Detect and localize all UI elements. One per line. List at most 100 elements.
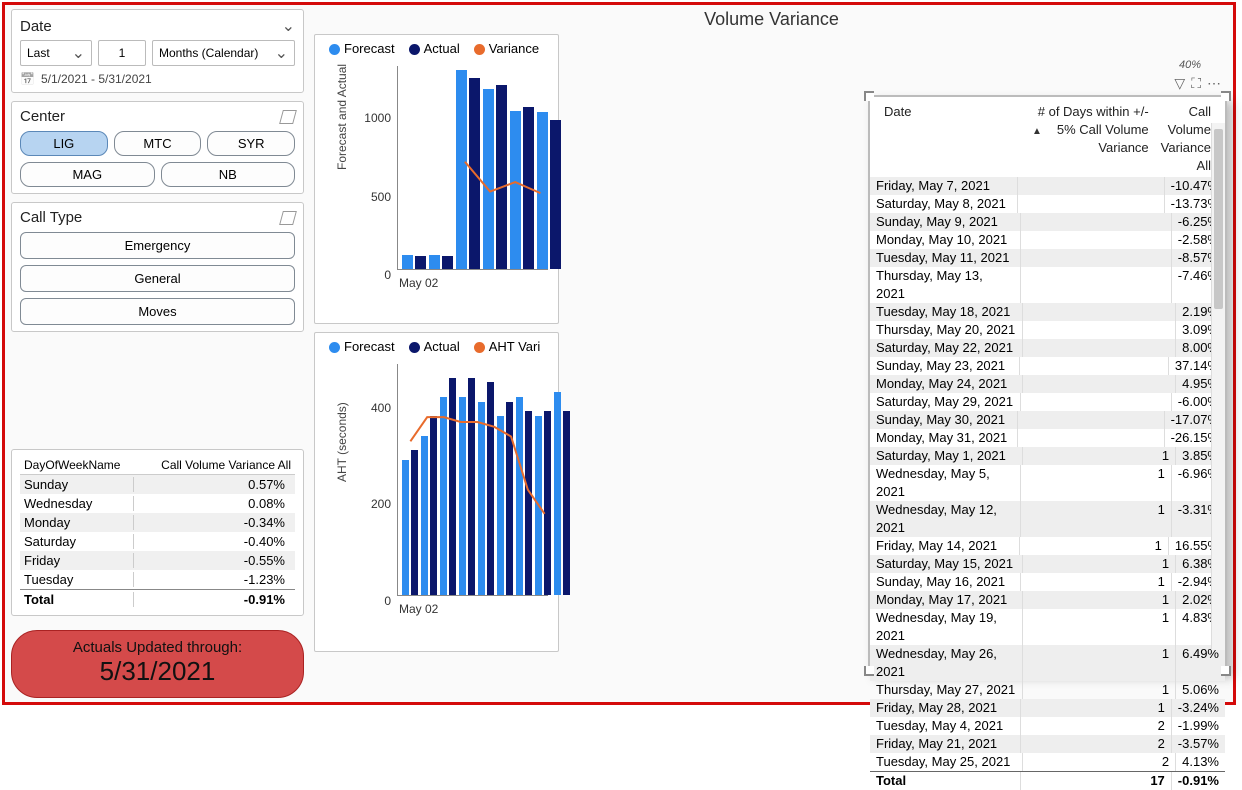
updated-date: 5/31/2021	[22, 656, 293, 687]
calltype-option-emergency[interactable]: Emergency	[20, 232, 295, 259]
period-select[interactable]: Months (Calendar)	[152, 40, 295, 66]
table-row[interactable]: Tuesday, May 4, 20212-1.99%	[870, 717, 1225, 735]
chart-plot: AHT (seconds)0200400May 02	[323, 360, 548, 618]
aht-variance-chart[interactable]: ForecastActualAHT Vari AHT (seconds)0200…	[314, 332, 559, 652]
center-option-syr[interactable]: SYR	[207, 131, 295, 156]
center-option-nb[interactable]: NB	[161, 162, 296, 187]
eraser-icon[interactable]	[279, 211, 297, 225]
resize-handle[interactable]	[864, 666, 874, 676]
dow-row[interactable]: Wednesday0.08%	[20, 494, 295, 513]
table-row[interactable]: Monday, May 17, 202112.02%	[870, 591, 1225, 609]
center-option-mtc[interactable]: MTC	[114, 131, 202, 156]
legend-item: Actual	[409, 41, 460, 56]
y-tick-label: 200	[351, 497, 391, 511]
legend-swatch	[409, 342, 420, 353]
dow-row[interactable]: Saturday-0.40%	[20, 532, 295, 551]
resize-handle[interactable]	[864, 91, 874, 101]
x-axis-label: May 02	[399, 276, 438, 290]
bar-group[interactable]	[554, 392, 570, 595]
table-row[interactable]: Wednesday, May 5, 20211-6.96%	[870, 465, 1225, 501]
table-row[interactable]: Friday, May 7, 2021-10.47%	[870, 177, 1225, 195]
table-row[interactable]: Friday, May 14, 2021116.55%	[870, 537, 1225, 555]
legend-item: Forecast	[329, 41, 395, 56]
filter-panel: Date Last 1 Months (Calendar) 5/1/2021 -	[5, 5, 310, 702]
relative-select[interactable]: Last	[20, 40, 92, 66]
date-slicer-title: Date	[20, 18, 52, 35]
table-row[interactable]: Saturday, May 29, 2021-6.00%	[870, 393, 1225, 411]
resize-handle[interactable]	[1221, 666, 1231, 676]
updated-label: Actuals Updated through:	[22, 639, 293, 656]
center-option-mag[interactable]: MAG	[20, 162, 155, 187]
col-header-var[interactable]: Call Volume Variance All	[1155, 103, 1217, 175]
more-options-icon[interactable]: ⋯	[1207, 75, 1221, 92]
calendar-icon	[20, 72, 35, 86]
table-row[interactable]: Sunday, May 9, 2021-6.25%	[870, 213, 1225, 231]
center-slicer: Center LIGMTCSYR MAGNB	[11, 101, 304, 194]
table-row[interactable]: Thursday, May 13, 2021-7.46%	[870, 267, 1225, 303]
calltype-option-general[interactable]: General	[20, 265, 295, 292]
dow-row[interactable]: Tuesday-1.23%	[20, 570, 295, 589]
table-row[interactable]: Wednesday, May 19, 202114.83%	[870, 609, 1225, 645]
eraser-icon[interactable]	[279, 110, 297, 124]
variance-data-table[interactable]: ▽ ⛶ ⋯ Date ▲ # of Days within +/- 5% Cal…	[868, 95, 1227, 672]
variance-line	[398, 364, 548, 595]
volume-variance-chart[interactable]: Forecast Actual Variance Forecast and Actu…	[314, 34, 559, 324]
center-slicer-title: Center	[20, 108, 65, 125]
y-axis-label: Forecast and Actual	[335, 64, 349, 170]
report-canvas: Volume Variance ForecastActualVariance F…	[310, 5, 1233, 702]
legend-item: Actual	[409, 339, 460, 354]
dow-row[interactable]: Monday-0.34%	[20, 513, 295, 532]
legend-swatch	[329, 342, 340, 353]
table-row[interactable]: Thursday, May 27, 202115.06%	[870, 681, 1225, 699]
table-row[interactable]: Friday, May 28, 20211-3.24%	[870, 699, 1225, 717]
table-row[interactable]: Monday, May 31, 2021-26.15%	[870, 429, 1225, 447]
table-row[interactable]: Saturday, May 1, 202113.85%	[870, 447, 1225, 465]
relative-value-input[interactable]: 1	[98, 40, 146, 66]
legend-item: Variance	[474, 41, 539, 56]
actuals-updated-card: Actuals Updated through: 5/31/2021	[11, 630, 304, 698]
calltype-option-moves[interactable]: Moves	[20, 298, 295, 325]
scrollbar-thumb[interactable]	[1214, 129, 1223, 309]
table-row[interactable]: Monday, May 24, 20214.95%	[870, 375, 1225, 393]
y-axis-label: AHT (seconds)	[335, 402, 349, 482]
legend-swatch	[409, 44, 420, 55]
table-row[interactable]: Friday, May 21, 20212-3.57%	[870, 735, 1225, 753]
sort-asc-icon: ▲	[1032, 123, 1042, 141]
y-tick-label: 500	[351, 190, 391, 204]
dow-total-label: Total	[24, 592, 134, 607]
dow-row[interactable]: Friday-0.55%	[20, 551, 295, 570]
table-row[interactable]: Tuesday, May 11, 2021-8.57%	[870, 249, 1225, 267]
calltype-slicer: Call Type EmergencyGeneralMoves	[11, 202, 304, 332]
table-row[interactable]: Sunday, May 30, 2021-17.07%	[870, 411, 1225, 429]
table-row[interactable]: Wednesday, May 26, 202116.49%	[870, 645, 1225, 681]
table-row[interactable]: Saturday, May 15, 202116.38%	[870, 555, 1225, 573]
col-header-date[interactable]: Date ▲	[878, 103, 1016, 175]
table-row[interactable]: Thursday, May 20, 20213.09%	[870, 321, 1225, 339]
dow-total-value: -0.91%	[134, 592, 291, 607]
dow-col-header-name[interactable]: DayOfWeekName	[24, 458, 120, 472]
scrollbar[interactable]	[1211, 123, 1225, 650]
center-option-lig[interactable]: LIG	[20, 131, 108, 156]
y-tick-label: 1000	[351, 111, 391, 125]
table-row[interactable]: Tuesday, May 25, 202124.13%	[870, 753, 1225, 771]
table-row[interactable]: Saturday, May 8, 2021-13.73%	[870, 195, 1225, 213]
dow-variance-table: DayOfWeekName Call Volume Variance All S…	[11, 449, 304, 616]
legend-item: AHT Vari	[474, 339, 541, 354]
bar-forecast	[554, 392, 561, 595]
table-row[interactable]: Wednesday, May 12, 20211-3.31%	[870, 501, 1225, 537]
dow-col-header-var[interactable]: Call Volume Variance All	[161, 458, 291, 472]
bar-actual	[550, 120, 561, 269]
big-total-var: -0.91%	[1171, 772, 1225, 790]
dow-row[interactable]: Sunday0.57%	[20, 475, 295, 494]
table-row[interactable]: Tuesday, May 18, 20212.19%	[870, 303, 1225, 321]
resize-handle[interactable]	[1221, 91, 1231, 101]
chevron-down-icon[interactable]	[282, 16, 295, 36]
table-row[interactable]: Monday, May 10, 2021-2.58%	[870, 231, 1225, 249]
filter-icon[interactable]: ▽	[1174, 75, 1185, 92]
report-page: Date Last 1 Months (Calendar) 5/1/2021 -	[2, 2, 1236, 705]
table-row[interactable]: Sunday, May 23, 202137.14%	[870, 357, 1225, 375]
focus-mode-icon[interactable]: ⛶	[1191, 75, 1201, 92]
table-row[interactable]: Saturday, May 22, 20218.00%	[870, 339, 1225, 357]
chevron-down-icon	[275, 43, 288, 63]
table-row[interactable]: Sunday, May 16, 20211-2.94%	[870, 573, 1225, 591]
